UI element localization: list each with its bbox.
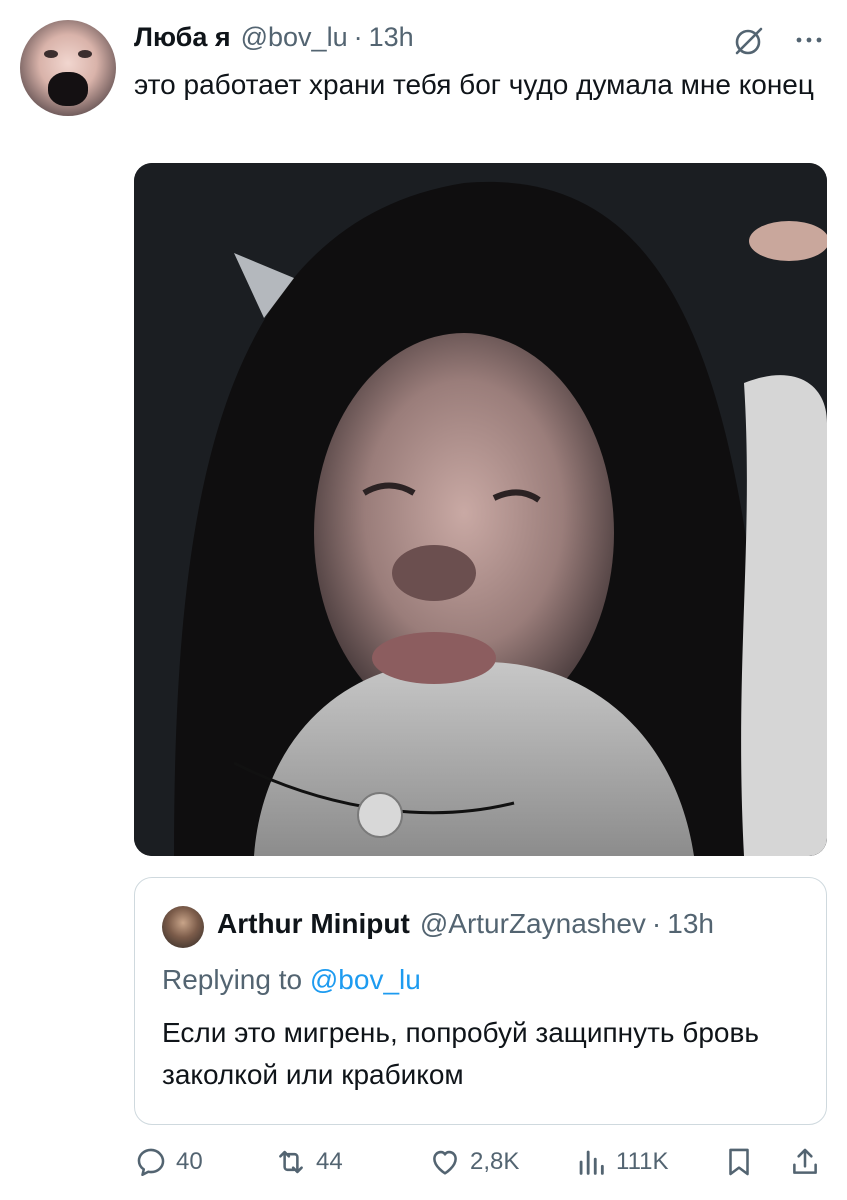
author-avatar[interactable]: [20, 20, 116, 116]
avatar-eye: [78, 50, 92, 58]
quoted-tweet-header: Arthur Miniput @ArturZaynashev · 13h: [217, 908, 714, 940]
quoted-tweet-text: Если это мигрень, попробуй защипнуть бро…: [162, 1017, 759, 1090]
author-name[interactable]: Люба я: [134, 22, 231, 53]
more-icon[interactable]: [791, 27, 827, 53]
quoted-author-name[interactable]: Arthur Miniput: [217, 908, 410, 940]
quoted-author-handle[interactable]: @ArturZaynashev: [420, 908, 646, 940]
tweet-header: Люба я @bov_lu · 13h: [134, 22, 414, 58]
retweet-icon: [279, 1150, 303, 1174]
heart-icon: [433, 1150, 457, 1175]
quoted-tweet-time[interactable]: 13h: [667, 908, 714, 940]
author-handle[interactable]: @bov_lu: [241, 22, 348, 53]
separator-dot: ·: [651, 908, 662, 939]
tweet-actions: 40 44 2,8K 111K: [134, 1140, 827, 1184]
quoted-author-avatar[interactable]: [162, 906, 204, 948]
replying-to-handle-link[interactable]: @bov_lu: [310, 964, 421, 995]
grok-icon[interactable]: [733, 25, 765, 57]
views-icon: [579, 1150, 604, 1175]
replying-to-label: Replying to: [162, 964, 303, 995]
bookmark-button[interactable]: [722, 1140, 756, 1184]
views-count: 111K: [616, 1148, 669, 1175]
like-count: 2,8K: [470, 1148, 520, 1175]
replying-to: Replying to @bov_lu: [162, 964, 421, 996]
views-button[interactable]: 111K: [574, 1140, 669, 1184]
avatar-mouth: [48, 72, 88, 106]
like-button[interactable]: 2,8K: [428, 1140, 519, 1184]
share-button[interactable]: [788, 1140, 822, 1184]
reply-button[interactable]: 40: [134, 1140, 203, 1184]
tweet-text: это работает храни тебя бог чудо думала …: [134, 69, 814, 100]
share-icon: [793, 1148, 817, 1174]
bookmark-icon: [729, 1148, 749, 1176]
reply-icon: [137, 1148, 165, 1177]
reply-count: 40: [176, 1148, 203, 1175]
separator-dot: ·: [353, 22, 363, 52]
tweet-time[interactable]: 13h: [369, 22, 414, 53]
tweet[interactable]: Люба я @bov_lu · 13h это работает храни …: [0, 0, 847, 1200]
retweet-button[interactable]: 44: [274, 1140, 343, 1184]
photo-illustration: [134, 163, 827, 856]
quoted-tweet[interactable]: Arthur Miniput @ArturZaynashev · 13h Rep…: [134, 877, 827, 1125]
retweet-count: 44: [316, 1148, 343, 1175]
tweet-photo[interactable]: [134, 163, 827, 856]
avatar-eye: [44, 50, 58, 58]
